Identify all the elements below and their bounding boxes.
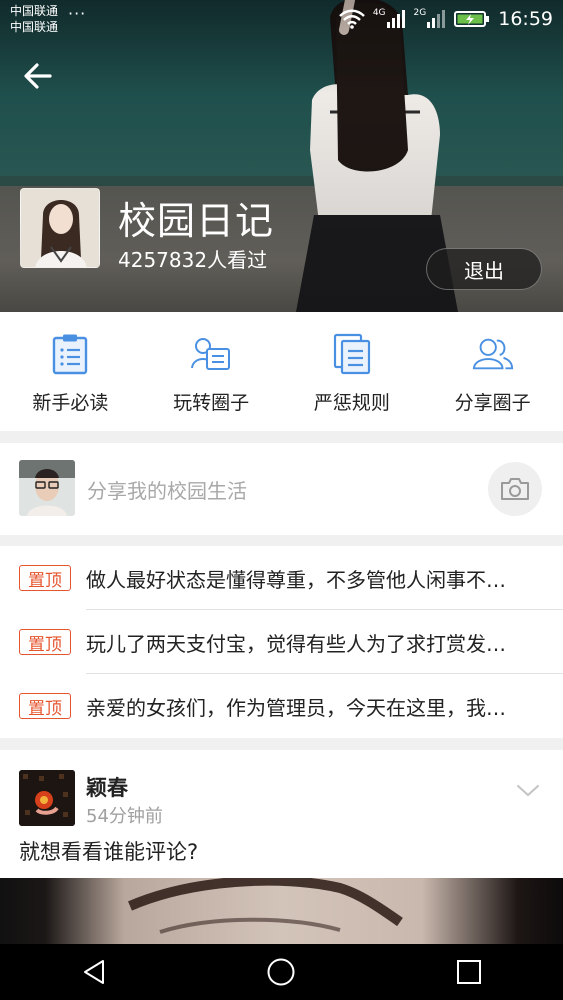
system-nav-bar [0,944,563,1000]
nav-recents-button[interactable] [439,944,499,1000]
users-icon [471,332,515,376]
camera-icon [501,478,529,500]
post-photo [128,878,403,934]
nav-home-button[interactable] [251,944,311,1000]
share-input-placeholder[interactable]: 分享我的校园生活 [87,475,247,504]
notification-dots: ··· [68,4,87,23]
network-label-2: 2G [413,8,427,18]
status-time: 16:59 [498,8,553,30]
pinned-post[interactable]: 置顶 做人最好状态是懂得尊重，不多管他人闲事不… [0,546,563,610]
circle-home-icon [267,958,295,986]
pinned-badge: 置顶 [19,693,71,719]
post-author-avatar[interactable] [19,770,75,826]
exit-group-button[interactable]: 退出 [426,248,542,290]
pinned-post-title: 亲爱的女孩们，作为管理员，今天在这里，我… [86,696,506,720]
quick-nav-label: 新手必读 [32,392,109,414]
wifi-icon [338,9,365,29]
pinned-post[interactable]: 置顶 亲爱的女孩们，作为管理员，今天在这里，我… [0,674,563,738]
quick-nav-item-strict-rules[interactable]: 严惩规则 [282,312,423,431]
post-author-name[interactable]: 颖春 [86,772,128,802]
pinned-badge: 置顶 [19,629,71,655]
quick-nav-item-play-circle[interactable]: 玩转圈子 [141,312,282,431]
share-bar[interactable]: 分享我的校园生活 [0,443,563,535]
quick-nav-label: 严惩规则 [313,392,390,414]
chevron-down-icon [517,785,539,797]
clipboard-list-icon [48,332,92,376]
back-button[interactable] [18,56,58,96]
post-options-button[interactable] [514,780,542,800]
pinned-post-title: 做人最好状态是懂得尊重，不多管他人闲事不… [86,568,506,592]
group-avatar-image [21,189,99,267]
quick-nav: 新手必读 玩转圈子 严惩规则 分享圈子 [0,312,563,431]
status-icons: 4G 2G 16:59 [338,6,553,32]
status-bar: 中国联通 中国联通 ··· 4G 2G 16:59 [0,0,563,38]
person-card-icon [189,332,233,376]
carrier-1: 中国联通 [10,4,59,18]
signal-icon [427,10,446,28]
my-avatar [19,460,75,516]
quick-nav-item-share-circle[interactable]: 分享圈子 [422,312,563,431]
arrow-left-icon [24,63,52,89]
group-title: 校园日记 [118,199,275,243]
my-avatar-image [19,460,75,516]
quick-nav-item-beginners-guide[interactable]: 新手必读 [0,312,141,431]
carrier-2: 中国联通 [10,20,59,34]
post-timestamp: 54分钟前 [86,806,163,827]
square-recents-icon [457,960,482,984]
battery-charging-icon [454,11,490,27]
post-content: 就想看看谁能评论? [19,840,199,864]
feed-post[interactable]: 颖春 54分钟前 就想看看谁能评论? [0,750,563,878]
post-image[interactable] [0,878,563,944]
carrier-labels: 中国联通 中国联通 [10,3,58,35]
group-view-count: 4257832人看过 [118,248,268,272]
pinned-posts: 置顶 做人最好状态是懂得尊重，不多管他人闲事不… 置顶 玩儿了两天支付宝，觉得有… [0,546,563,738]
group-avatar[interactable] [20,188,100,268]
triangle-back-icon [83,960,104,984]
post-author-avatar-image [19,770,75,826]
network-label-1: 4G [372,8,386,18]
signal-icon [386,10,405,28]
quick-nav-label: 玩转圈子 [173,392,250,414]
pinned-post[interactable]: 置顶 玩儿了两天支付宝，觉得有些人为了求打赏发… [0,610,563,674]
pinned-post-title: 玩儿了两天支付宝，觉得有些人为了求打赏发… [86,632,506,656]
pinned-badge: 置顶 [19,565,71,591]
nav-back-button[interactable] [64,944,124,1000]
quick-nav-label: 分享圈子 [454,392,531,414]
camera-button[interactable] [488,462,542,516]
documents-icon [330,332,374,376]
